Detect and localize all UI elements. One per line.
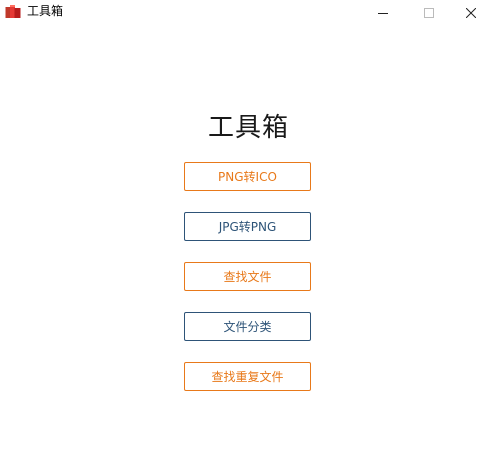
minimize-icon bbox=[378, 3, 388, 22]
find-duplicate-files-button[interactable]: 查找重复文件 bbox=[184, 362, 311, 391]
png-to-ico-button[interactable]: PNG转ICO bbox=[184, 162, 311, 191]
jpg-to-png-button[interactable]: JPG转PNG bbox=[184, 212, 311, 241]
toolbox-app-icon bbox=[5, 4, 21, 19]
minimize-button[interactable] bbox=[360, 0, 406, 24]
page-title: 工具箱 bbox=[207, 113, 289, 143]
classify-files-button[interactable]: 文件分类 bbox=[184, 312, 311, 341]
close-icon bbox=[465, 3, 477, 22]
window-title: 工具箱 bbox=[27, 4, 64, 18]
maximize-button[interactable] bbox=[406, 0, 452, 24]
close-button[interactable] bbox=[452, 0, 490, 24]
find-files-button[interactable]: 查找文件 bbox=[184, 262, 311, 291]
app-window: 工具箱 工具箱 PNG转ICO JPG转PNG 查找文件 文件分类 查找重复文件 bbox=[0, 0, 490, 471]
title-bar[interactable]: 工具箱 bbox=[0, 0, 490, 24]
maximize-icon bbox=[424, 3, 434, 22]
